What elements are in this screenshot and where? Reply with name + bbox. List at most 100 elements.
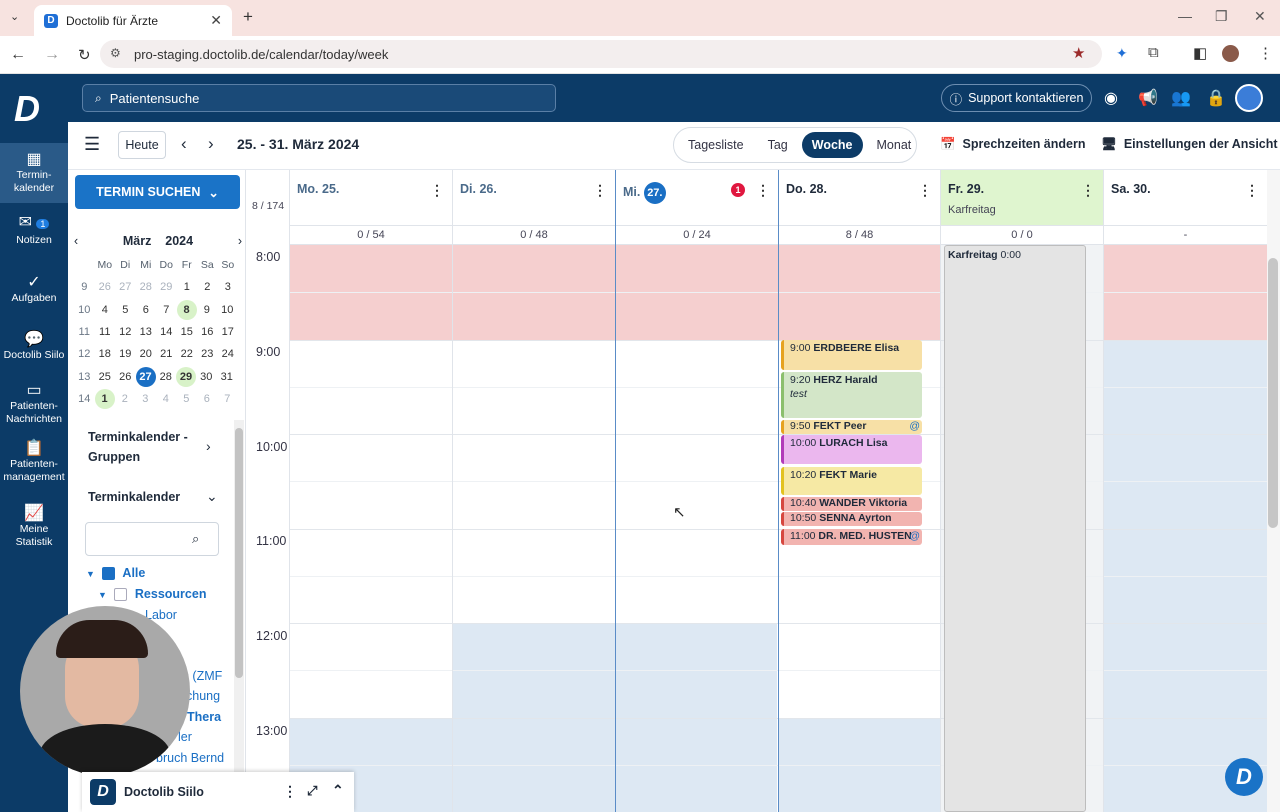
mini-day[interactable]: 3 [218,281,239,293]
chevron-down-icon[interactable]: ⌄ [206,488,218,505]
appointment[interactable]: 10:20 FEKT Marie [781,467,922,495]
support-button[interactable]: ⓘ Support kontaktieren [941,84,1092,112]
appointment[interactable]: 11:00 DR. MED. HUSTEN @ [781,529,922,545]
browser-tab[interactable]: D Doctolib für Ärzte ✕ [34,5,232,36]
back-icon[interactable]: ← [10,46,26,64]
url-field[interactable]: ⚙ pro-staging.doctolib.de/calendar/today… [100,40,1102,68]
restore-icon[interactable]: ❐ [1215,8,1228,25]
view-woche[interactable]: Woche [801,132,863,158]
doctolib-logo[interactable]: D [14,88,40,130]
day-header-thu[interactable]: Do. 28. ⋮ [778,170,940,225]
appointment[interactable]: 10:50 SENNA Ayrton [781,512,922,526]
more-icon[interactable]: ⋮ [1081,182,1095,199]
day-header-mon[interactable]: Mo. 25. ⋮ [289,170,452,225]
day-header-wed[interactable]: Mi. 27. 1 ⋮ [615,170,778,225]
mini-day[interactable]: 19 [115,348,136,360]
mini-day[interactable]: 10 [217,304,238,316]
mini-day[interactable]: 1 [177,281,198,293]
mini-day[interactable]: 3 [135,393,156,405]
einstellungen-button[interactable]: 🖥 Einstellungen der Ansicht [1101,137,1278,152]
minimize-icon[interactable]: — [1178,8,1192,24]
nav-aufgaben[interactable]: ✓ Aufgaben [0,275,68,305]
more-icon[interactable]: ⋮ [593,182,607,199]
new-tab-icon[interactable]: + [243,7,253,27]
mini-day[interactable]: 8 [176,299,197,320]
mini-day[interactable]: 27 [115,281,136,293]
termin-suchen-button[interactable]: TERMIN SUCHEN ⌄ [75,175,240,209]
mini-day[interactable]: 23 [197,348,218,360]
team-icon[interactable]: 👥 [1171,88,1191,108]
mini-day[interactable]: 12 [115,326,136,338]
appointment[interactable]: 9:50 FEKT Peer @ [781,420,922,434]
tree-all[interactable]: ▼ Alle [86,566,145,581]
sprechzeiten-button[interactable]: 📅 Sprechzeiten ändern [940,137,1085,152]
mini-day[interactable]: 26 [95,281,116,293]
more-icon[interactable]: ⋮ [918,182,932,199]
today-button[interactable]: Heute [118,131,166,159]
next-week-icon[interactable]: › [208,134,214,154]
more-icon[interactable]: ⋮ [283,783,297,800]
mini-day[interactable]: 16 [197,326,218,338]
mini-day[interactable]: 6 [197,393,218,405]
chevron-right-icon[interactable]: › [206,438,211,454]
mini-day[interactable]: 29 [156,281,177,293]
view-tagesliste[interactable]: Tagesliste [678,132,754,158]
mini-day[interactable]: 21 [156,348,177,360]
tree-partial-item[interactable]: chung [186,689,220,703]
mini-day[interactable]: 4 [156,393,177,405]
mini-day[interactable]: 27 [135,366,156,387]
expand-icon[interactable]: ⤢ [307,783,317,799]
appointment[interactable]: 10:40 WANDER Viktoria [781,497,922,511]
doctolib-help-fab[interactable]: D [1225,758,1263,796]
week-number[interactable]: 12 [74,348,95,360]
nav-notizen[interactable]: ✉ 1 Notizen [0,215,68,247]
tab-list-icon[interactable]: ⌄ [10,10,19,23]
mini-day[interactable]: 9 [197,304,218,316]
tree-partial-item[interactable]: Thera [187,710,221,724]
tab-close-icon[interactable]: ✕ [210,12,222,29]
view-monat[interactable]: Monat [867,132,922,158]
more-icon[interactable]: ⋮ [756,182,770,199]
mini-day[interactable]: 5 [115,304,136,316]
groups-label[interactable]: Terminkalender - Gruppen [88,427,198,467]
siilo-chat-bar[interactable]: D Doctolib Siilo ⋮ ⤢ ⌃ [82,772,354,812]
sidepanel-icon[interactable]: ◧ [1193,44,1207,62]
mini-day[interactable]: 14 [156,326,177,338]
week-number[interactable]: 13 [74,371,95,383]
mini-day[interactable]: 15 [177,326,198,338]
tree-partial-item[interactable]: ler [178,730,192,744]
profile-avatar[interactable] [1222,45,1239,62]
mini-day[interactable]: 6 [136,304,157,316]
prev-week-icon[interactable]: ‹ [181,134,187,154]
view-tag[interactable]: Tag [758,132,798,158]
sidebar-scroll-thumb[interactable] [235,428,243,678]
mini-day[interactable]: 20 [136,348,157,360]
forward-icon[interactable]: → [44,46,60,64]
appointment[interactable]: 10:00 LURACH Lisa [781,435,922,464]
user-avatar[interactable] [1235,84,1263,112]
mini-day[interactable]: 13 [136,326,157,338]
nav-terminkalender[interactable]: ▦ Termin- kalender [0,143,68,203]
menu-icon[interactable]: ☰ [84,134,100,155]
bookmark-star-icon[interactable]: ★ [1072,44,1085,62]
week-number[interactable]: 9 [74,281,95,293]
chevron-up-icon[interactable]: ⌃ [332,782,344,799]
eye-icon[interactable]: ◉ [1104,88,1118,108]
mini-day[interactable]: 24 [218,348,239,360]
week-number[interactable]: 10 [74,304,95,316]
puzzle-icon[interactable]: ⧉ [1148,44,1159,61]
nav-patienten-nachrichten[interactable]: ▭ Patienten- Nachrichten [0,383,68,426]
day-header-tue[interactable]: Di. 26. ⋮ [452,170,615,225]
more-icon[interactable]: ⋮ [1245,182,1259,199]
mini-day[interactable]: 25 [95,371,116,383]
mini-day[interactable]: 2 [197,281,218,293]
lock-icon[interactable]: 🔒 [1206,88,1226,108]
mini-day[interactable]: 31 [217,371,238,383]
site-info-icon[interactable]: ⚙ [110,46,121,60]
mini-day[interactable]: 28 [156,371,177,383]
calendars-label[interactable]: Terminkalender [88,490,180,504]
alert-badge[interactable]: 1 [731,183,745,197]
window-close-icon[interactable]: ✕ [1254,8,1266,25]
mini-day[interactable]: 29 [176,366,196,387]
tree-resources[interactable]: ▼ Ressourcen [98,587,206,602]
